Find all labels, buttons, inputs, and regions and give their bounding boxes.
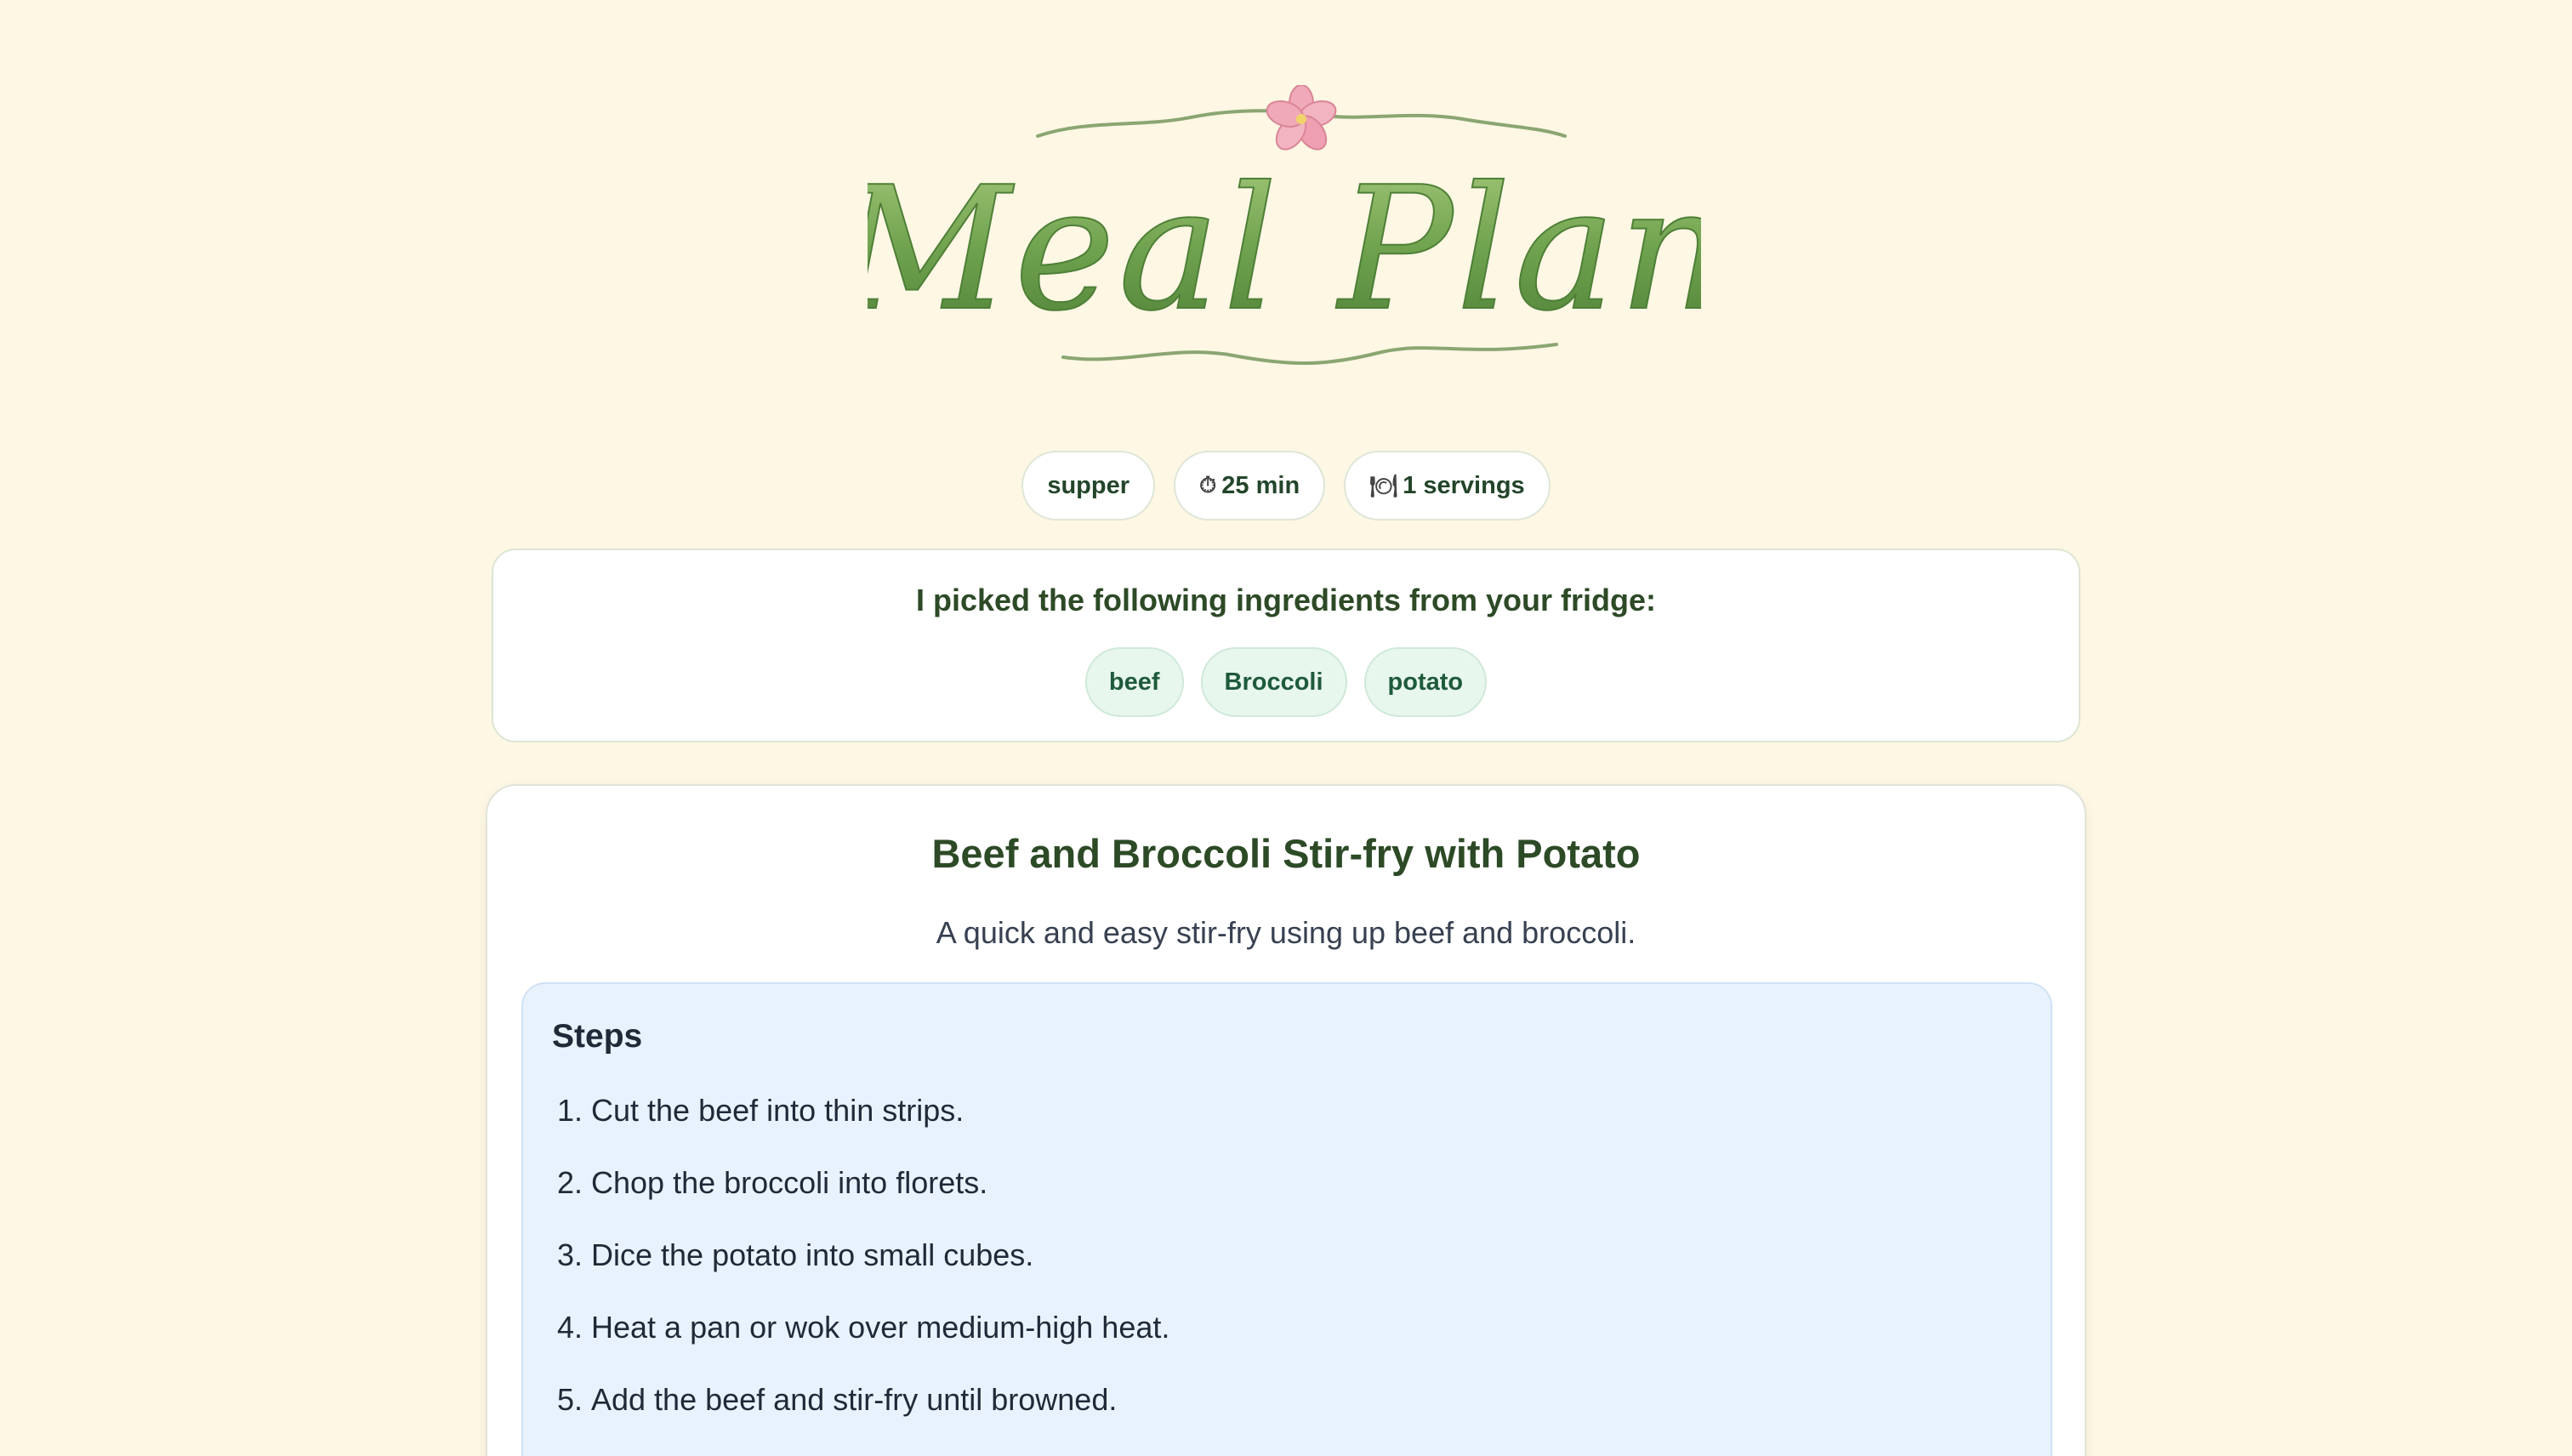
ingredients-card: I picked the following ingredients from … — [492, 549, 2080, 742]
meal-type-label: supper — [1047, 471, 1130, 499]
step-text: Chop the broccoli into florets. — [591, 1164, 988, 1200]
recipe-meta-row: supper ⏱ 25 min 🍽 1 servings — [0, 451, 2572, 520]
time-badge: ⏱ 25 min — [1174, 451, 1326, 520]
ingredient-chip: Broccoli — [1200, 647, 1347, 717]
stopwatch-icon: ⏱ — [1199, 472, 1217, 498]
step-number: 1. — [557, 1092, 583, 1128]
servings-label: 1 servings — [1403, 471, 1525, 499]
steps-heading: Steps — [552, 1018, 643, 1055]
step-number: 3. — [557, 1237, 583, 1272]
step-text: Add the beef and stir-fry until browned. — [591, 1381, 1118, 1417]
logo-artwork: Meal Plan — [868, 85, 1701, 365]
step-text: Dice the potato into small cubes. — [591, 1237, 1034, 1272]
step-number: 5. — [557, 1381, 583, 1417]
recipe-description: A quick and easy stir-fry using up beef … — [936, 915, 1636, 950]
step-item: 2. Chop the broccoli into florets. — [557, 1146, 1169, 1219]
ingredient-chip: beef — [1084, 647, 1184, 717]
step-item: 4. Heat a pan or wok over medium-high he… — [557, 1291, 1169, 1363]
ingredient-chip: potato — [1363, 647, 1488, 717]
recipe-title: Beef and Broccoli Stir-fry with Potato — [931, 831, 1641, 876]
ingredient-chip-list: beef Broccoli potato — [493, 647, 2079, 717]
step-item: 5. Add the beef and stir-fry until brown… — [557, 1363, 1169, 1436]
svg-text:Meal Plan: Meal Plan — [868, 151, 1701, 349]
recipe-card: Beef and Broccoli Stir-fry with Potato A… — [486, 784, 2086, 1456]
step-item: 3. Dice the potato into small cubes. — [557, 1219, 1169, 1291]
steps-list: 1. Cut the beef into thin strips. 2. Cho… — [557, 1074, 1169, 1436]
time-label: 25 min — [1221, 471, 1300, 499]
servings-badge: 🍽 1 servings — [1344, 451, 1551, 520]
step-text: Heat a pan or wok over medium-high heat. — [591, 1309, 1170, 1345]
flower-icon — [1266, 85, 1337, 151]
steps-section: Steps 1. Cut the beef into thin strips. … — [521, 982, 2052, 1456]
step-number: 2. — [557, 1164, 583, 1200]
step-number: 4. — [557, 1309, 583, 1345]
step-text: Cut the beef into thin strips. — [591, 1092, 964, 1128]
meal-plan-page: Meal Plan supper ⏱ 25 min 🍽 1 servings I… — [0, 0, 2572, 1456]
ingredients-heading: I picked the following ingredients from … — [915, 583, 1657, 617]
step-item: 1. Cut the beef into thin strips. — [557, 1074, 1169, 1146]
plate-icon: 🍽 — [1369, 472, 1398, 498]
meal-plan-logo: Meal Plan — [868, 85, 1701, 391]
meal-type-badge: supper — [1021, 451, 1156, 520]
